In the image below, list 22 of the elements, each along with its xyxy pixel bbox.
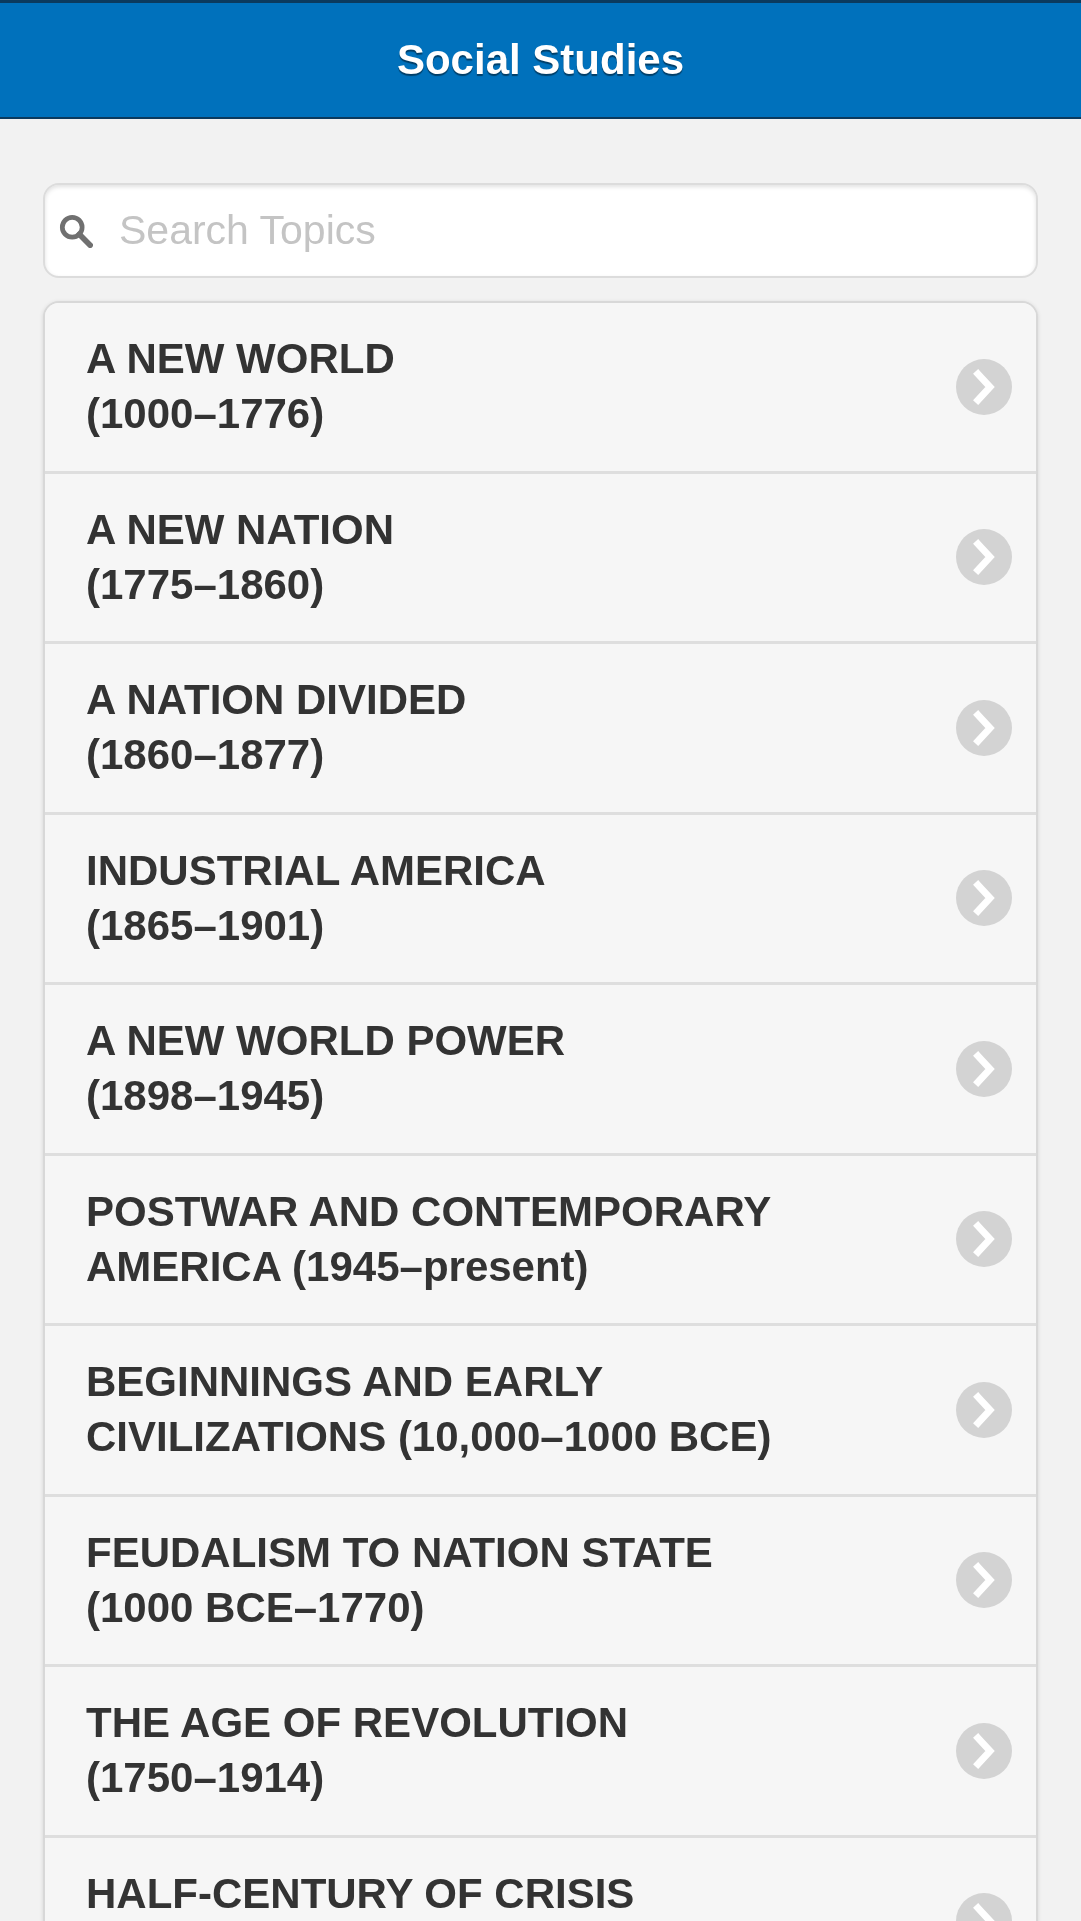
- topic-item[interactable]: A NATION DIVIDED (1860–1877): [45, 644, 1036, 815]
- topic-item[interactable]: A NEW WORLD POWER (1898–1945): [45, 985, 1036, 1156]
- page-title: Social Studies: [396, 35, 685, 85]
- search-field[interactable]: Search Topics: [43, 183, 1038, 278]
- topic-item[interactable]: A NEW WORLD (1000–1776): [45, 303, 1036, 474]
- topic-item[interactable]: FEUDALISM TO NATION STATE (1000 BCE–1770): [45, 1496, 1036, 1667]
- chevron-icon: [956, 529, 1012, 586]
- chevron-icon: [956, 1381, 1012, 1438]
- chevron-icon: [956, 870, 1012, 927]
- topic-item[interactable]: A NEW NATION (1775–1860): [45, 473, 1036, 644]
- topic-item[interactable]: HALF-CENTURY OF CRISIS: [45, 1837, 1036, 1921]
- chevron-icon: [956, 1552, 1012, 1609]
- topic-item[interactable]: INDUSTRIAL AMERICA (1865–1901): [45, 814, 1036, 985]
- topic-item[interactable]: THE AGE OF REVOLUTION (1750–1914): [45, 1667, 1036, 1838]
- chevron-icon: [956, 699, 1012, 756]
- chevron-icon: [956, 1211, 1012, 1268]
- search-icon: [59, 214, 93, 248]
- chevron-icon: [956, 1722, 1012, 1779]
- topic-item[interactable]: POSTWAR AND CONTEMPORARY AMERICA (1945–present): [45, 1155, 1036, 1326]
- topic-item[interactable]: BEGINNINGS AND EARLY CIVILIZATIONS (10,000–1000 BCE): [45, 1326, 1036, 1497]
- chevron-icon: [956, 1040, 1012, 1097]
- chevron-icon: [956, 358, 1012, 415]
